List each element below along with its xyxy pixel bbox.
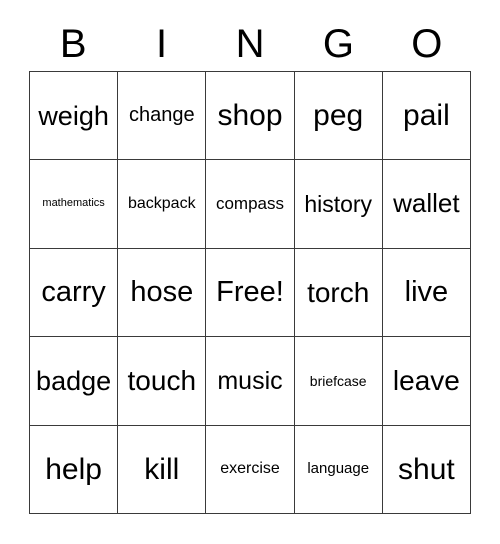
bingo-cell-r4c3[interactable]: music [206, 337, 295, 426]
bingo-cell-label: kill [144, 452, 180, 486]
bingo-cell-label: weigh [38, 100, 109, 131]
bingo-cell-r1c2[interactable]: change [118, 72, 207, 161]
bingo-cell-r5c5[interactable]: shut [382, 425, 471, 514]
bingo-cell-label: leave [392, 365, 460, 397]
bingo-header-letter-b: B [59, 21, 87, 66]
bingo-cell-r4c2[interactable]: touch [118, 337, 207, 426]
bingo-cell-r3c2[interactable]: hose [118, 248, 207, 338]
bingo-cell-r4c4[interactable]: briefcase [294, 337, 383, 426]
bingo-cell-label: music [217, 366, 283, 395]
bingo-cell-label: shut [398, 452, 455, 486]
bingo-cell-label: torch [307, 276, 370, 308]
bingo-cell-label: Free! [216, 276, 284, 309]
bingo-cell-r1c1[interactable]: weigh [30, 72, 119, 161]
bingo-cell-r4c1[interactable]: badge [30, 337, 119, 426]
bingo-cell-r3c1[interactable]: carry [30, 248, 119, 338]
bingo-header-letter-o: O [411, 21, 443, 66]
bingo-cell-label: wallet [393, 188, 460, 219]
bingo-cell-label: history [304, 191, 373, 218]
bingo-cell-label: change [128, 104, 195, 127]
bingo-cell-label: backpack [127, 194, 196, 212]
bingo-cell-r4c5[interactable]: leave [382, 337, 471, 426]
bingo-cell-label: briefcase [309, 372, 367, 389]
bingo-cell-r2c2[interactable]: backpack [118, 160, 207, 249]
bingo-cell-r1c4[interactable]: peg [294, 72, 383, 161]
bingo-cell-label: hose [130, 276, 194, 309]
bingo-cell-label: mathematics [42, 197, 105, 210]
bingo-header-letter-n: N [235, 21, 265, 66]
bingo-cell-label: pail [403, 98, 450, 132]
bingo-cell-label: exercise [220, 459, 280, 477]
bingo-cell-r2c3[interactable]: compass [206, 160, 295, 249]
bingo-cell-r3c4[interactable]: torch [294, 248, 383, 338]
bingo-cell-label: carry [41, 276, 106, 309]
bingo-cell-r1c5[interactable]: pail [382, 72, 471, 161]
bingo-cell-label: peg [313, 98, 364, 132]
bingo-cell-r5c1[interactable]: help [30, 425, 119, 514]
bingo-cell-r2c1[interactable]: mathematics [30, 160, 119, 249]
bingo-cell-r2c4[interactable]: history [294, 160, 383, 249]
bingo-cell-r3c5[interactable]: live [382, 248, 471, 338]
bingo-cell-label: shop [217, 98, 283, 132]
bingo-cell-label: compass [215, 194, 284, 214]
bingo-cell-label: live [404, 276, 449, 309]
bingo-header-row: B I N G O [29, 16, 471, 71]
bingo-cell-r5c3[interactable]: exercise [206, 425, 295, 514]
bingo-cell-r1c3[interactable]: shop [206, 72, 295, 161]
bingo-cell-label: language [307, 460, 370, 478]
bingo-cell-r5c2[interactable]: kill [118, 425, 207, 514]
bingo-cell-label: help [45, 452, 102, 486]
bingo-header-letter-i: I [156, 21, 168, 66]
bingo-card: B I N G O weigh change shop peg pail mat… [0, 0, 500, 544]
bingo-cell-r5c4[interactable]: language [294, 425, 383, 514]
bingo-header-letter-g: G [322, 21, 354, 66]
bingo-cell-label: touch [127, 365, 197, 397]
bingo-grid: weigh change shop peg pail mathematics b… [29, 71, 471, 514]
bingo-cell-r2c5[interactable]: wallet [382, 160, 471, 249]
bingo-cell-label: badge [36, 365, 112, 396]
bingo-cell-free-space[interactable]: Free! [206, 248, 295, 338]
